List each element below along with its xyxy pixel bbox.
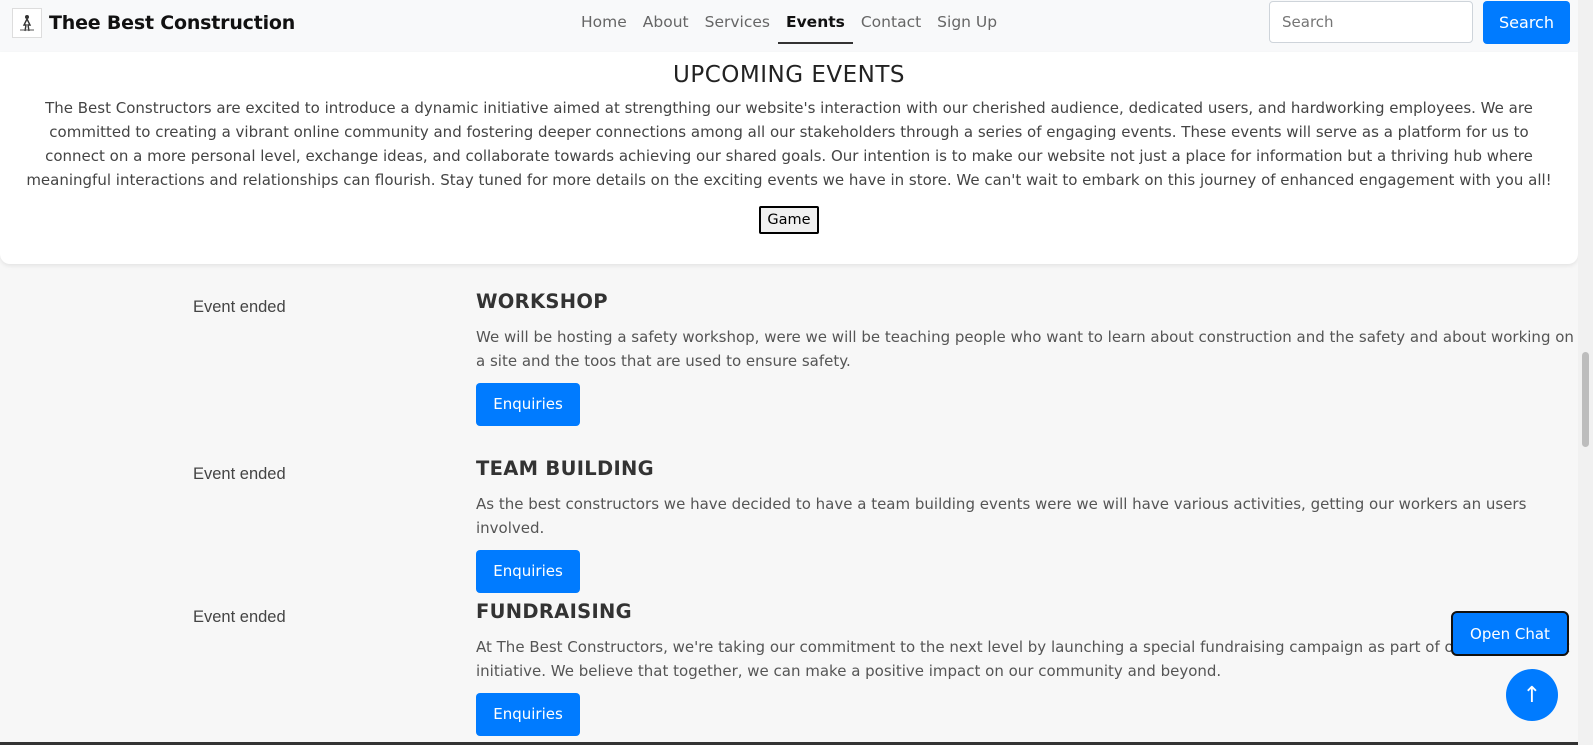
event-status: Event ended	[193, 465, 286, 483]
event-description: As the best constructors we have decided…	[476, 495, 1527, 537]
arrow-up-icon: ↑	[1522, 682, 1542, 708]
event-title: FUNDRAISING	[476, 600, 632, 623]
open-chat-button[interactable]: Open Chat	[1451, 611, 1569, 656]
section-intro: The Best Constructors are excited to int…	[26, 99, 1552, 189]
enquiries-button[interactable]: Enquiries	[476, 383, 580, 426]
search-input[interactable]	[1269, 1, 1473, 43]
search-button[interactable]: Search	[1483, 1, 1570, 44]
enquiries-button[interactable]: Enquiries	[476, 693, 580, 736]
event-title: WORKSHOP	[476, 290, 608, 313]
enquiries-button[interactable]: Enquiries	[476, 550, 580, 593]
brand-name: Thee Best Construction	[49, 12, 296, 34]
section-title: UPCOMING EVENTS	[673, 62, 905, 88]
nav-contact[interactable]: Contact	[861, 0, 921, 44]
event-title: TEAM BUILDING	[476, 457, 654, 480]
nav-menu: Home About Services Events Contact Sign …	[573, 0, 1005, 44]
nav-home[interactable]: Home	[581, 0, 627, 44]
scroll-to-top-button[interactable]: ↑	[1506, 669, 1558, 721]
construction-logo-icon	[12, 8, 42, 38]
game-button[interactable]: Game	[759, 206, 819, 234]
upcoming-events-section: UPCOMING EVENTS The Best Constructors ar…	[0, 52, 1578, 264]
event-status: Event ended	[193, 298, 286, 316]
page-scrollbar[interactable]	[1578, 0, 1593, 745]
nav-services[interactable]: Services	[705, 0, 770, 44]
navbar: Thee Best Construction Home About Servic…	[0, 0, 1578, 52]
brand[interactable]: Thee Best Construction	[12, 8, 295, 38]
event-description: We will be hosting a safety workshop, we…	[476, 328, 1574, 370]
nav-sign-up[interactable]: Sign Up	[937, 0, 997, 44]
scrollbar-thumb[interactable]	[1582, 352, 1589, 447]
event-status: Event ended	[193, 608, 286, 626]
nav-about[interactable]: About	[643, 0, 689, 44]
event-description: At The Best Constructors, we're taking o…	[476, 638, 1570, 680]
nav-events[interactable]: Events	[778, 0, 853, 44]
